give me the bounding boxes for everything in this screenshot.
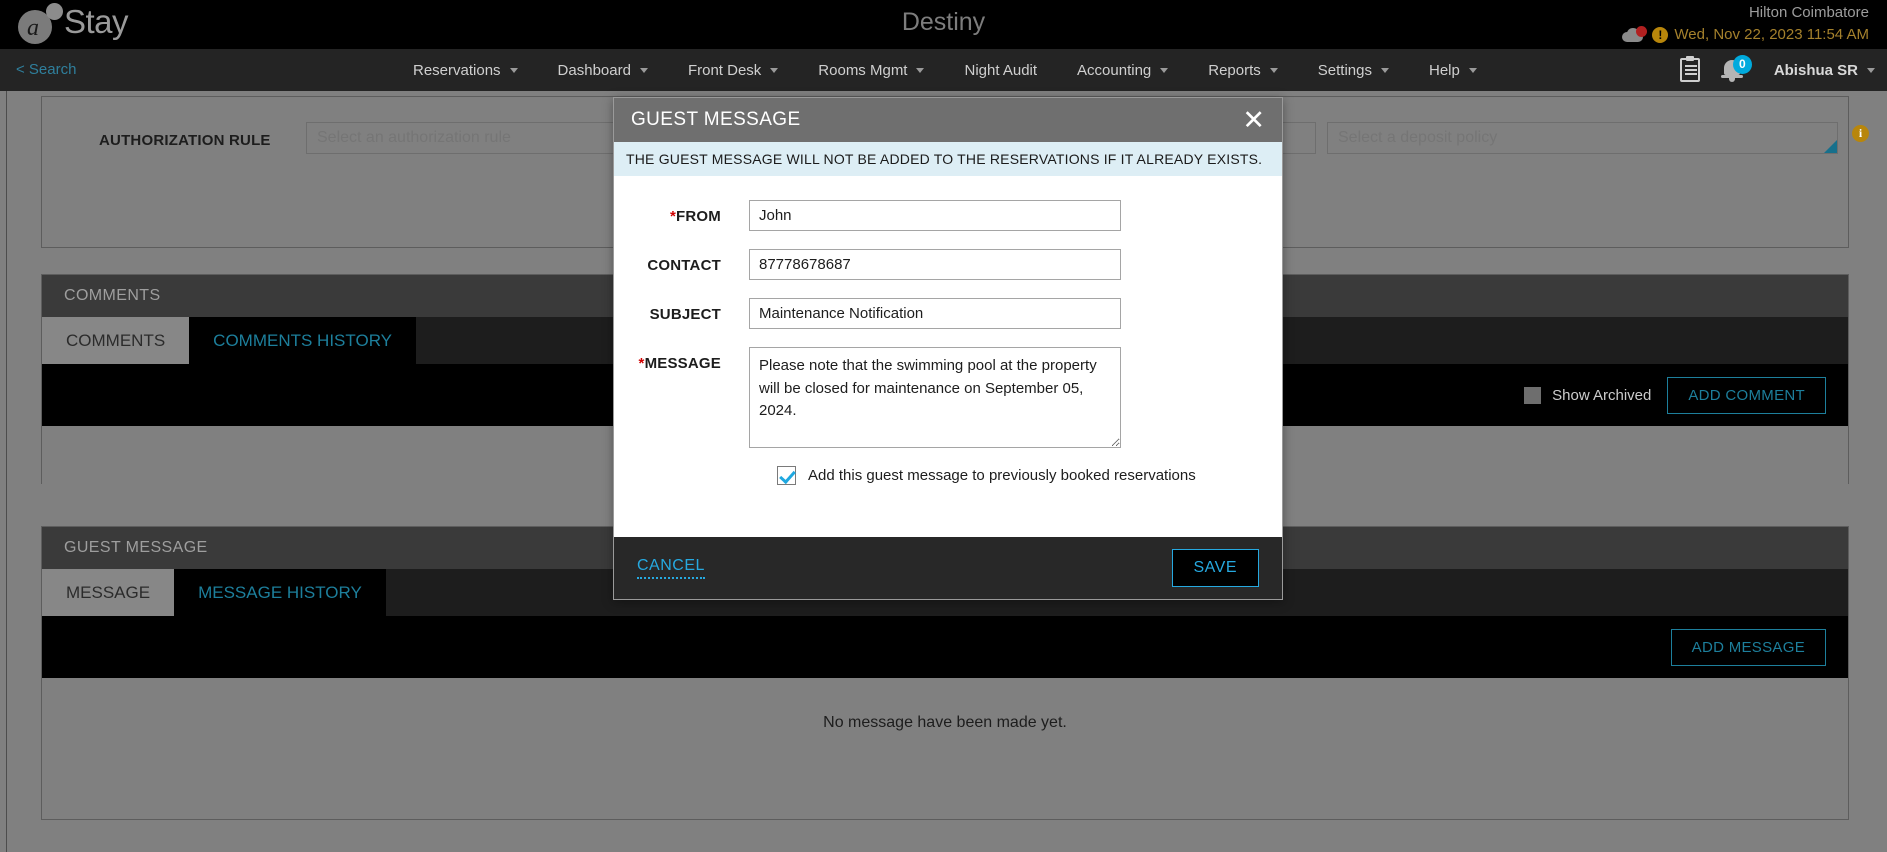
close-icon[interactable]: ✕ xyxy=(1242,106,1265,134)
add-to-previous-bookings-checkbox[interactable] xyxy=(777,466,796,485)
clipboard-icon[interactable] xyxy=(1679,56,1700,82)
tab-comments-history[interactable]: COMMENTS HISTORY xyxy=(189,317,417,364)
tab-message[interactable]: MESSAGE xyxy=(42,569,175,616)
nav-item-label: Settings xyxy=(1317,61,1372,79)
deposit-policy-wrapper xyxy=(1327,122,1838,154)
show-archived-label: Show Archived xyxy=(1552,386,1652,404)
tab-message-history[interactable]: MESSAGE HISTORY xyxy=(174,569,386,616)
show-archived-toggle[interactable]: Show Archived xyxy=(1524,386,1652,404)
nav-item-label: Rooms Mgmt xyxy=(818,61,908,79)
nav-item-label: Front Desk xyxy=(687,61,762,79)
nav-right-actions: 0 Abishua SR xyxy=(1679,49,1875,91)
nav-item-label: Help xyxy=(1428,61,1460,79)
cancel-button[interactable]: CANCEL xyxy=(637,557,705,579)
empty-state-text: No message have been made yet. xyxy=(823,714,1067,731)
nav-item-front-desk[interactable]: Front Desk xyxy=(668,49,798,91)
modal-header: GUEST MESSAGE ✕ xyxy=(614,98,1282,142)
deposit-policy-select[interactable] xyxy=(1327,122,1838,154)
property-info: Hilton Coimbatore ! Wed, Nov 22, 2023 11… xyxy=(1622,2,1869,46)
bell-icon[interactable]: 0 xyxy=(1720,55,1752,83)
show-archived-checkbox[interactable] xyxy=(1524,386,1542,404)
chevron-down-icon xyxy=(1380,67,1389,73)
notification-count-badge: 0 xyxy=(1732,55,1752,74)
warning-icon: ! xyxy=(1652,26,1669,43)
save-button[interactable]: SAVE xyxy=(1171,549,1259,587)
from-label-text: FROM xyxy=(676,208,721,225)
nav-item-reports[interactable]: Reports xyxy=(1188,49,1298,91)
message-textarea[interactable]: Please note that the swimming pool at th… xyxy=(749,347,1121,448)
message-field-label: *MESSAGE xyxy=(614,347,749,372)
from-field-row: *FROM xyxy=(614,200,1282,231)
dropdown-resize-caret-icon[interactable] xyxy=(1824,140,1837,153)
chevron-down-icon xyxy=(639,67,648,73)
message-field-row: *MESSAGE Please note that the swimming p… xyxy=(614,347,1282,448)
modal-title: GUEST MESSAGE xyxy=(631,109,801,130)
user-menu[interactable]: Abishua SR xyxy=(1774,62,1875,79)
nav-menu: Reservations Dashboard Front Desk Rooms … xyxy=(393,49,1497,91)
chevron-down-icon xyxy=(1468,67,1477,73)
authorization-rule-label: AUTHORIZATION RULE xyxy=(99,132,271,149)
chevron-down-icon xyxy=(770,67,779,73)
guest-message-modal: GUEST MESSAGE ✕ THE GUEST MESSAGE WILL N… xyxy=(613,97,1283,600)
property-name: Hilton Coimbatore xyxy=(1748,4,1869,21)
add-comment-button[interactable]: ADD COMMENT xyxy=(1667,376,1826,414)
chevron-down-icon xyxy=(509,67,518,73)
modal-body: *FROM CONTACT SUBJECT *MESSAGE Please no… xyxy=(614,176,1282,524)
subject-field-label: SUBJECT xyxy=(649,306,721,323)
contact-field-row: CONTACT xyxy=(614,249,1282,280)
message-label-text: MESSAGE xyxy=(644,355,721,372)
nav-item-label: Night Audit xyxy=(964,61,1038,79)
chevron-down-icon xyxy=(916,67,925,73)
contact-input[interactable] xyxy=(749,249,1121,280)
current-datetime: Wed, Nov 22, 2023 11:54 AM xyxy=(1674,25,1869,43)
page-title: Destiny xyxy=(901,8,986,36)
nav-item-label: Dashboard xyxy=(557,61,631,79)
add-to-previous-bookings-row: Add this guest message to previously boo… xyxy=(777,466,1282,485)
nav-item-label: Accounting xyxy=(1077,61,1152,79)
chevron-down-icon xyxy=(1867,67,1875,73)
nav-item-accounting[interactable]: Accounting xyxy=(1057,49,1188,91)
from-input[interactable] xyxy=(749,200,1121,231)
brand-bar: a Stay Destiny Hilton Coimbatore ! Wed, … xyxy=(0,0,1887,49)
chevron-down-icon xyxy=(1160,67,1169,73)
nav-item-label: Reports xyxy=(1208,61,1261,79)
nav-item-night-audit[interactable]: Night Audit xyxy=(944,49,1057,91)
add-message-button[interactable]: ADD MESSAGE xyxy=(1670,628,1826,666)
back-to-search-link[interactable]: < Search xyxy=(16,61,76,78)
subject-field-row: SUBJECT xyxy=(614,298,1282,329)
nav-item-reservations[interactable]: Reservations xyxy=(393,49,538,91)
tab-comments[interactable]: COMMENTS xyxy=(42,317,190,364)
subject-input[interactable] xyxy=(749,298,1121,329)
property-datetime-row: ! Wed, Nov 22, 2023 11:54 AM xyxy=(1622,24,1869,46)
nav-item-dashboard[interactable]: Dashboard xyxy=(538,49,668,91)
main-navbar: < Search Reservations Dashboard Front De… xyxy=(0,49,1887,91)
modal-notice-banner: THE GUEST MESSAGE WILL NOT BE ADDED TO T… xyxy=(614,142,1282,176)
nav-item-settings[interactable]: Settings xyxy=(1298,49,1409,91)
info-icon[interactable]: i xyxy=(1852,125,1869,142)
nav-item-help[interactable]: Help xyxy=(1409,49,1497,91)
cloud-sync-icon xyxy=(1622,25,1648,43)
add-to-previous-bookings-label[interactable]: Add this guest message to previously boo… xyxy=(808,467,1196,484)
from-field-label: *FROM xyxy=(614,200,749,225)
user-name-label: Abishua SR xyxy=(1773,61,1858,79)
contact-field-label: CONTACT xyxy=(647,257,721,274)
chevron-down-icon xyxy=(1269,67,1278,73)
nav-item-label: Reservations xyxy=(413,61,501,79)
guest-message-body: No message have been made yet. xyxy=(42,678,1848,819)
nav-item-rooms-mgmt[interactable]: Rooms Mgmt xyxy=(798,49,944,91)
guest-message-toolbar: ADD MESSAGE xyxy=(42,616,1848,678)
modal-footer: CANCEL SAVE xyxy=(614,537,1282,599)
